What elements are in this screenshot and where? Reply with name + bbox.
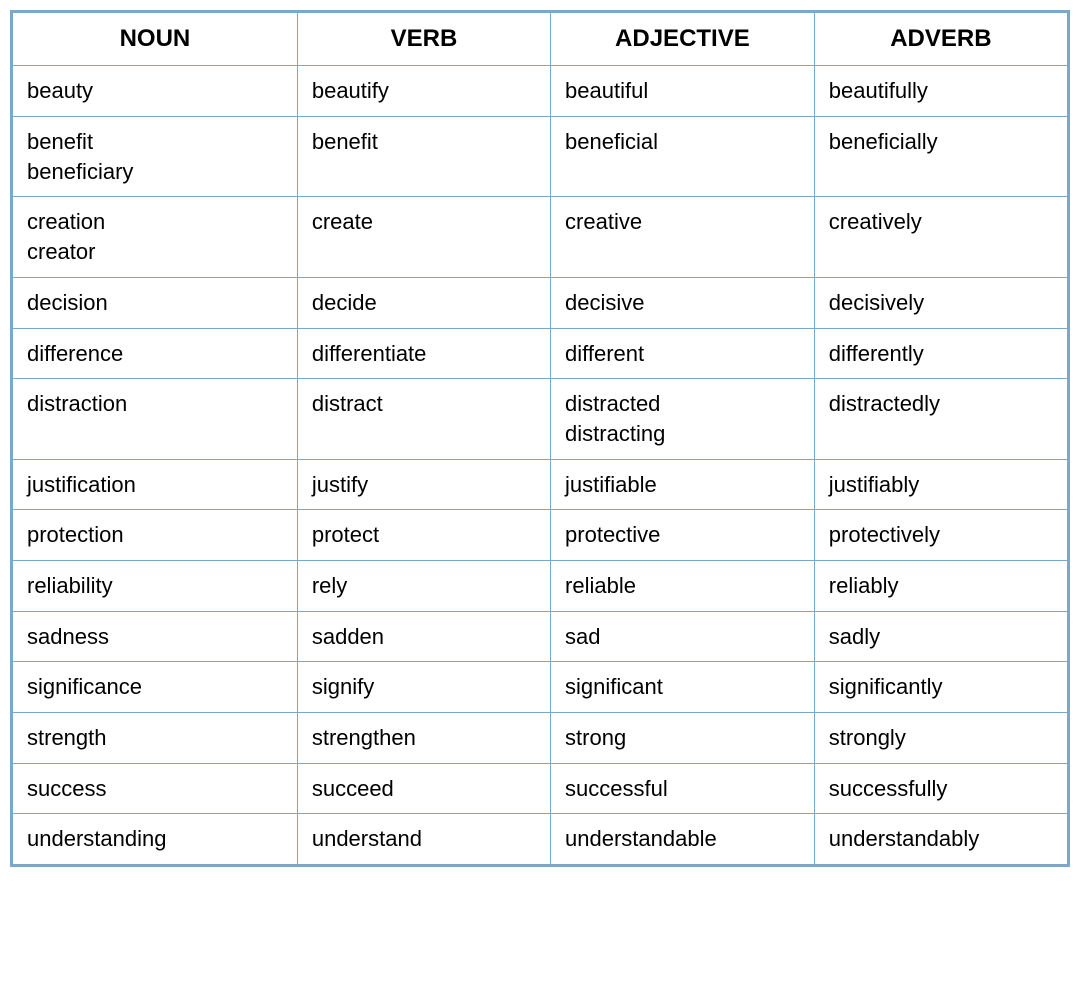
table-row: differencedifferentiatedifferentdifferen… xyxy=(13,328,1068,379)
header-row: NOUN VERB ADJECTIVE ADVERB xyxy=(13,13,1068,66)
cell-adjective-4: different xyxy=(551,328,815,379)
cell-adjective-10: significant xyxy=(551,662,815,713)
word-forms-table: NOUN VERB ADJECTIVE ADVERB beautybeautif… xyxy=(10,10,1070,867)
cell-adjective-11: strong xyxy=(551,713,815,764)
table-row: benefitbeneficiarybenefitbeneficialbenef… xyxy=(13,117,1068,197)
cell-adverb-1: beneficially xyxy=(814,117,1067,197)
cell-adjective-1: beneficial xyxy=(551,117,815,197)
table-row: protectionprotectprotectiveprotectively xyxy=(13,510,1068,561)
cell-adverb-9: sadly xyxy=(814,611,1067,662)
cell-noun-4: difference xyxy=(13,328,298,379)
table-row: decisiondecidedecisivedecisively xyxy=(13,277,1068,328)
table-row: creationcreatorcreatecreativecreatively xyxy=(13,197,1068,277)
cell-adverb-11: strongly xyxy=(814,713,1067,764)
cell-verb-0: beautify xyxy=(297,66,550,117)
cell-noun-0: beauty xyxy=(13,66,298,117)
cell-verb-12: succeed xyxy=(297,763,550,814)
cell-adjective-8: reliable xyxy=(551,560,815,611)
cell-verb-10: signify xyxy=(297,662,550,713)
cell-adjective-5: distracteddistracting xyxy=(551,379,815,459)
cell-verb-7: protect xyxy=(297,510,550,561)
verb-header: VERB xyxy=(297,13,550,66)
table-row: successsucceedsuccessfulsuccessfully xyxy=(13,763,1068,814)
adverb-header: ADVERB xyxy=(814,13,1067,66)
cell-verb-8: rely xyxy=(297,560,550,611)
cell-noun-2: creationcreator xyxy=(13,197,298,277)
table-row: significancesignifysignificantsignifican… xyxy=(13,662,1068,713)
cell-noun-9: sadness xyxy=(13,611,298,662)
cell-adverb-13: understandably xyxy=(814,814,1067,865)
cell-adverb-7: protectively xyxy=(814,510,1067,561)
cell-noun-5: distraction xyxy=(13,379,298,459)
cell-noun-8: reliability xyxy=(13,560,298,611)
cell-noun-1: benefitbeneficiary xyxy=(13,117,298,197)
table-row: beautybeautifybeautifulbeautifully xyxy=(13,66,1068,117)
cell-verb-5: distract xyxy=(297,379,550,459)
cell-adverb-10: significantly xyxy=(814,662,1067,713)
cell-adjective-9: sad xyxy=(551,611,815,662)
cell-adjective-6: justifiable xyxy=(551,459,815,510)
table-row: justificationjustifyjustifiablejustifiab… xyxy=(13,459,1068,510)
cell-noun-10: significance xyxy=(13,662,298,713)
cell-verb-13: understand xyxy=(297,814,550,865)
table-row: distractiondistractdistracteddistracting… xyxy=(13,379,1068,459)
noun-header: NOUN xyxy=(13,13,298,66)
cell-adverb-4: differently xyxy=(814,328,1067,379)
cell-verb-2: create xyxy=(297,197,550,277)
cell-verb-3: decide xyxy=(297,277,550,328)
cell-verb-9: sadden xyxy=(297,611,550,662)
cell-adverb-2: creatively xyxy=(814,197,1067,277)
adjective-header: ADJECTIVE xyxy=(551,13,815,66)
cell-verb-1: benefit xyxy=(297,117,550,197)
cell-adverb-3: decisively xyxy=(814,277,1067,328)
cell-noun-3: decision xyxy=(13,277,298,328)
table-row: strengthstrengthenstrongstrongly xyxy=(13,713,1068,764)
cell-adjective-3: decisive xyxy=(551,277,815,328)
cell-adverb-6: justifiably xyxy=(814,459,1067,510)
cell-adjective-0: beautiful xyxy=(551,66,815,117)
cell-adjective-13: understandable xyxy=(551,814,815,865)
cell-adverb-0: beautifully xyxy=(814,66,1067,117)
cell-adjective-12: successful xyxy=(551,763,815,814)
cell-adjective-7: protective xyxy=(551,510,815,561)
cell-adverb-12: successfully xyxy=(814,763,1067,814)
cell-noun-11: strength xyxy=(13,713,298,764)
cell-noun-13: understanding xyxy=(13,814,298,865)
table-row: reliabilityrelyreliablereliably xyxy=(13,560,1068,611)
cell-noun-6: justification xyxy=(13,459,298,510)
table-row: understandingunderstandunderstandableund… xyxy=(13,814,1068,865)
cell-verb-11: strengthen xyxy=(297,713,550,764)
cell-noun-7: protection xyxy=(13,510,298,561)
cell-verb-6: justify xyxy=(297,459,550,510)
cell-noun-12: success xyxy=(13,763,298,814)
cell-adverb-8: reliably xyxy=(814,560,1067,611)
cell-adjective-2: creative xyxy=(551,197,815,277)
cell-verb-4: differentiate xyxy=(297,328,550,379)
cell-adverb-5: distractedly xyxy=(814,379,1067,459)
table-row: sadnesssaddensadsadly xyxy=(13,611,1068,662)
